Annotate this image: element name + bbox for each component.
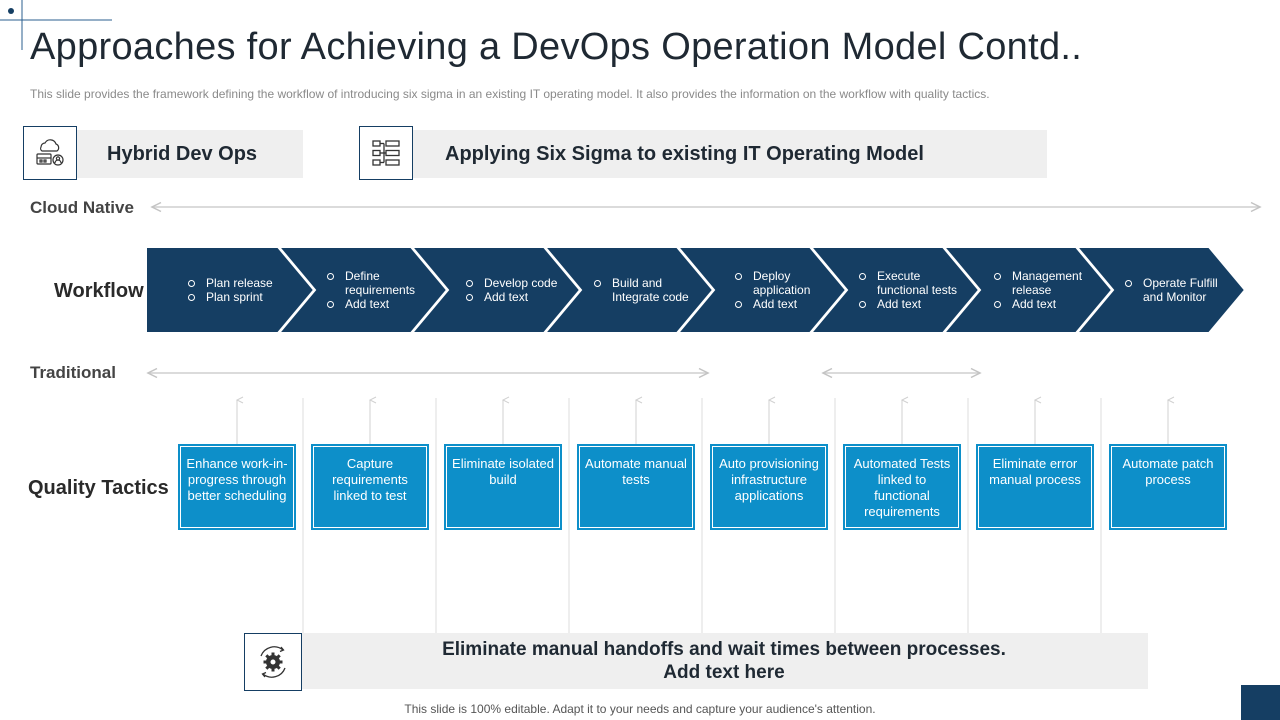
quality-tactic-box: Enhance work-in-progress through better … xyxy=(178,444,296,530)
workflow-step-line: Plan sprint xyxy=(188,290,300,304)
workflow-step-line: Build and xyxy=(594,276,706,290)
workflow-step-line: Deploy xyxy=(735,269,847,283)
quality-tactic-box: Automated Tests linked to functional req… xyxy=(843,444,961,530)
workflow-label: Workflow xyxy=(54,280,144,302)
cloud-devices-icon xyxy=(23,126,77,180)
workflow-step-line: requirements xyxy=(345,283,416,297)
workflow-step-line: Management xyxy=(994,269,1106,283)
workflow-step-line: Plan release xyxy=(188,276,300,290)
hybrid-devops-header: Hybrid Dev Ops xyxy=(76,130,303,178)
quality-tactic-box: Capture requirements linked to test xyxy=(311,444,429,530)
six-sigma-header: Applying Six Sigma to existing IT Operat… xyxy=(412,130,1047,178)
tactic-up-arrows xyxy=(237,400,1168,444)
workflow-step-text: Operate Fulfill and Monitor xyxy=(1125,250,1237,330)
bottom-message-line1: Eliminate manual handoffs and wait times… xyxy=(442,639,1006,660)
workflow-step-line: Execute xyxy=(859,269,971,283)
workflow-step-text: Management release Add text xyxy=(994,250,1106,330)
quality-tactic-box: Automate patch process xyxy=(1109,444,1227,530)
quality-tactic-box: Eliminate isolated build xyxy=(444,444,562,530)
workflow-step-line: Add text xyxy=(859,297,971,311)
workflow-step-line: Integrate code xyxy=(612,290,689,304)
workflow-step-text: Deploy application Add text xyxy=(735,250,847,330)
workflow-step-text: Develop code Add text xyxy=(466,250,578,330)
traditional-label: Traditional xyxy=(30,363,116,382)
workflow-step-text: Plan release Plan sprint xyxy=(188,250,300,330)
cloud-native-label: Cloud Native xyxy=(30,198,134,217)
diagram-lines xyxy=(145,0,1280,633)
workflow-step-text: Build and Integrate code xyxy=(594,250,706,330)
quality-tactic-box: Eliminate error manual process xyxy=(976,444,1094,530)
bottom-message-line2: Add text here xyxy=(663,662,785,683)
workflow-step-line: Develop code xyxy=(466,276,578,290)
workflow-step-line: Add text xyxy=(994,297,1106,311)
workflow-step-line: Add text xyxy=(466,290,578,304)
workflow-step-line: and Monitor xyxy=(1143,290,1207,304)
workflow-step-line: Add text xyxy=(327,297,439,311)
workflow-step-line: Operate Fulfill xyxy=(1125,276,1237,290)
workflow-step-line: Define xyxy=(327,269,439,283)
page-title: Approaches for Achieving a DevOps Operat… xyxy=(30,26,1083,68)
quality-tactic-box: Automate manual tests xyxy=(577,444,695,530)
hierarchy-list-icon xyxy=(359,126,413,180)
workflow-step-line: Add text xyxy=(735,297,847,311)
workflow-step-line: release xyxy=(1012,283,1052,297)
quality-tactics-label: Quality Tactics xyxy=(28,477,169,499)
bottom-message-bar: Eliminate manual handoffs and wait times… xyxy=(300,633,1148,689)
gear-cycle-icon xyxy=(244,633,302,691)
workflow-step-text: Execute functional tests Add text xyxy=(859,250,971,330)
workflow-step-text: Define requirements Add text xyxy=(327,250,439,330)
page-subtitle: This slide provides the framework defini… xyxy=(30,87,990,101)
corner-square xyxy=(1241,685,1280,720)
footer-note: This slide is 100% editable. Adapt it to… xyxy=(404,702,876,716)
hybrid-devops-label: Hybrid Dev Ops xyxy=(107,142,258,165)
workflow-step-line: application xyxy=(753,283,811,297)
quality-tactic-box: Auto provisioning infrastructure applica… xyxy=(710,444,828,530)
workflow-step-line: functional tests xyxy=(877,283,958,297)
six-sigma-label: Applying Six Sigma to existing IT Operat… xyxy=(445,142,924,165)
